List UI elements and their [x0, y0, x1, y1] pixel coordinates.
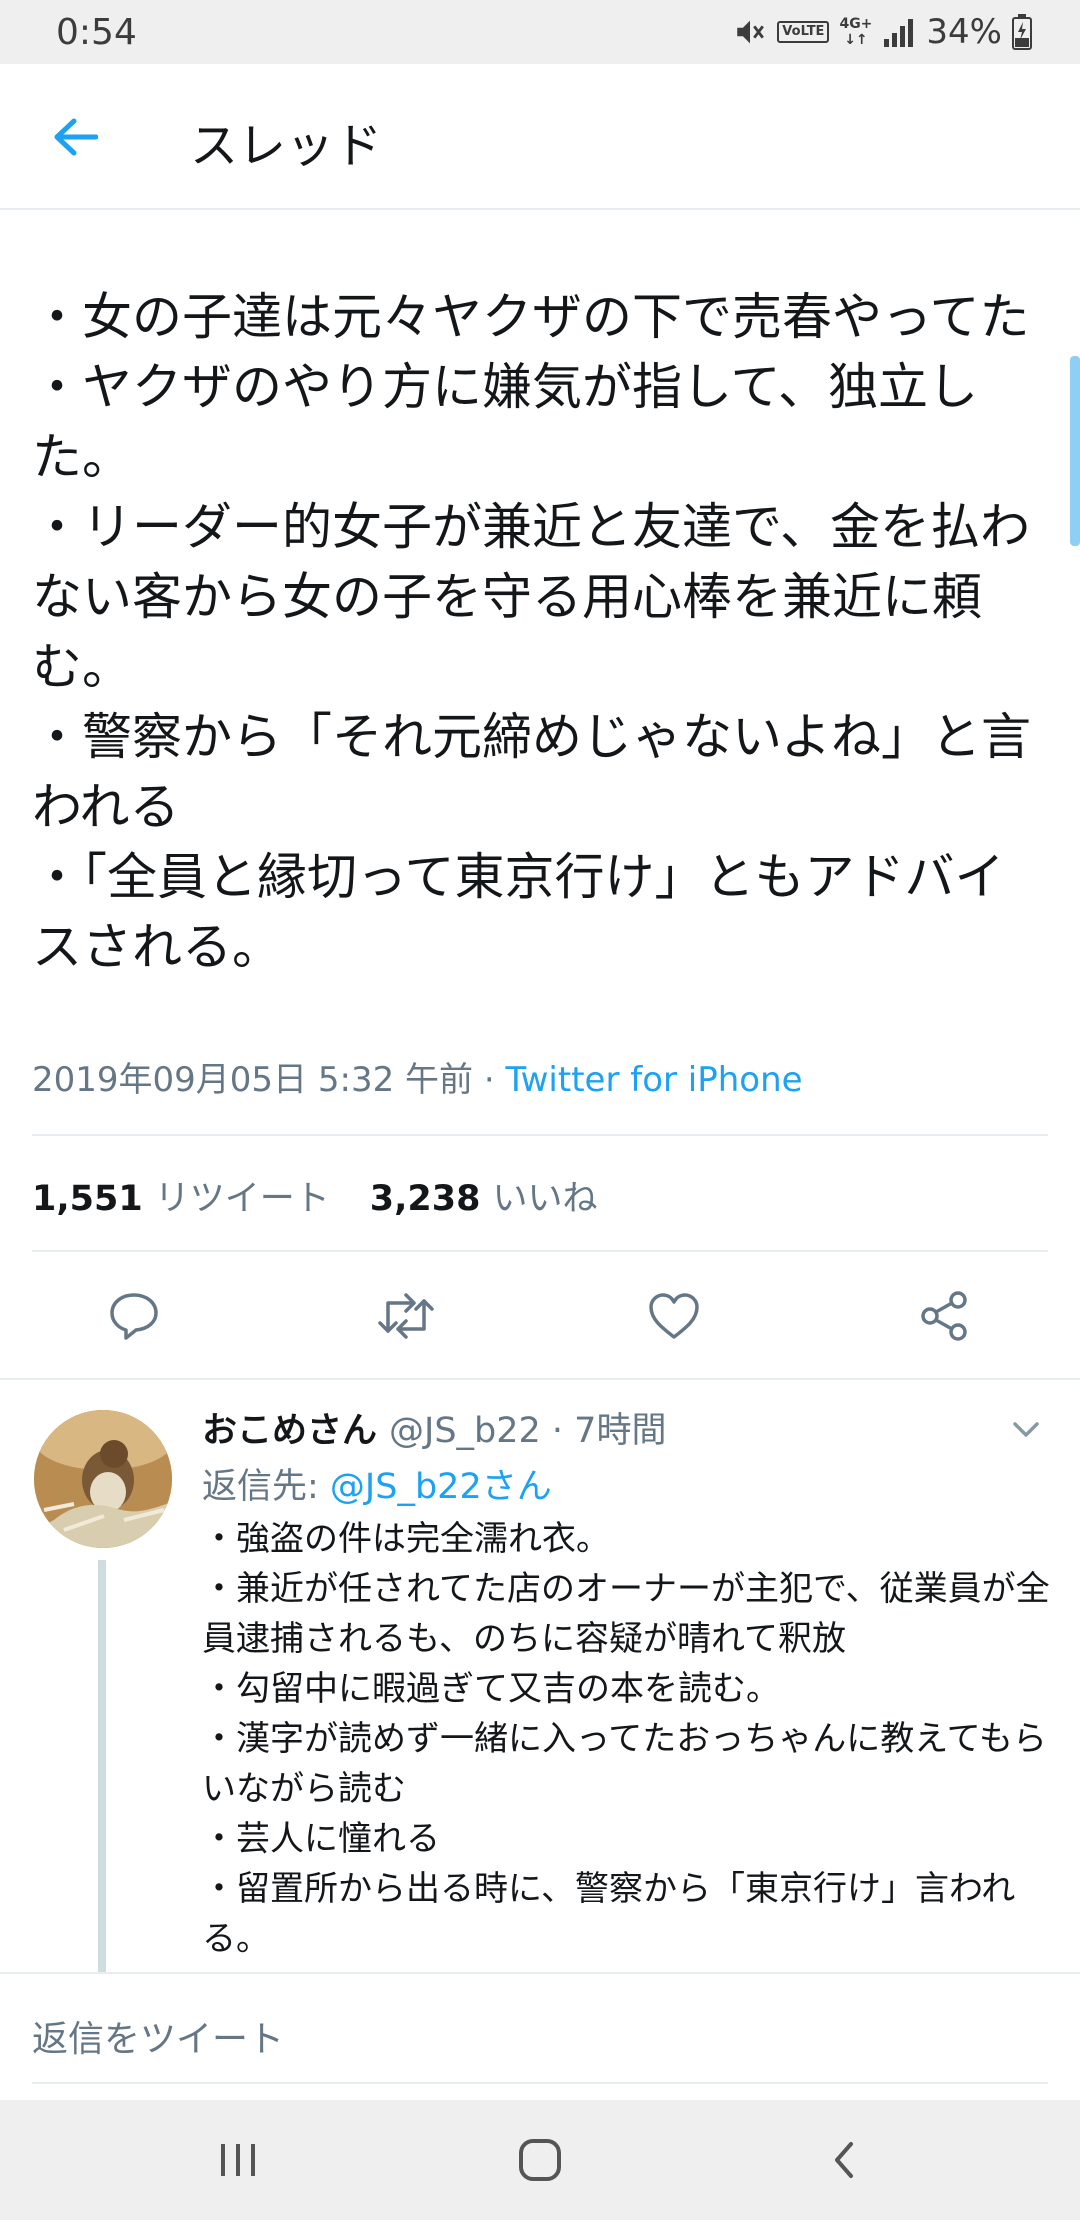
chevron-left-icon — [835, 2142, 853, 2178]
tweet-meta: 2019年09月05日 5:32 午前 · Twitter for iPhone — [32, 1052, 803, 1101]
arrow-left-icon — [54, 118, 98, 156]
chevron-down-icon — [1013, 1422, 1039, 1437]
tweet-source-link[interactable]: Twitter for iPhone — [505, 1060, 802, 1100]
like-icon — [649, 1293, 699, 1339]
meta-separator: · — [473, 1060, 506, 1100]
retweet-count[interactable]: 1,551 — [32, 1179, 143, 1219]
reply-menu-button[interactable] — [1006, 1410, 1046, 1450]
reply-header: おこめさん @JS_b22 · 7時間 — [202, 1402, 666, 1453]
bird-photo-icon — [34, 1410, 172, 1548]
retweet-button[interactable] — [376, 1286, 436, 1346]
reply-compose-input[interactable]: 返信をツイート — [32, 2010, 284, 2062]
like-label[interactable]: いいね — [492, 1170, 597, 1221]
status-icons: VoLTE 4G+ ↓↑ 34% — [733, 12, 1032, 52]
reply-button[interactable] — [104, 1286, 164, 1346]
home-button[interactable] — [500, 2130, 580, 2190]
reply-to-mention[interactable]: @JS_b22さん — [330, 1467, 552, 1507]
reply-text: ・強盗の件は完全濡れ衣。 ・兼近が任されてた店のオーナーが主犯で、従業員が全員逮… — [202, 1519, 1050, 1959]
volte-badge: VoLTE — [777, 21, 830, 43]
share-icon — [921, 1291, 967, 1341]
scroll-indicator — [1070, 356, 1080, 546]
back-button[interactable] — [40, 102, 110, 172]
recent-apps-button[interactable] — [198, 2130, 278, 2190]
app-bar: スレッド — [0, 64, 1080, 210]
tweet-text: ・女の子達は元々ヤクザの下で売春やってた ・ヤクザのやり方に嫌気が指して、独立し… — [32, 288, 1031, 976]
retweet-label[interactable]: リツイート — [155, 1170, 330, 1221]
tweet-action-bar — [0, 1262, 1080, 1370]
divider — [0, 1378, 1080, 1380]
retweet-icon — [378, 1293, 434, 1339]
tweet-stats: 1,551 リツイート 3,238 いいね — [32, 1170, 597, 1221]
tweet-timestamp: 2019年09月05日 5:32 午前 — [32, 1060, 474, 1100]
avatar[interactable] — [34, 1410, 172, 1548]
battery-percent: 34% — [926, 12, 1002, 52]
reply-author-handle: @JS_b22 · 7時間 — [389, 1411, 667, 1451]
share-button[interactable] — [914, 1286, 974, 1346]
signal-icon — [884, 19, 914, 47]
recent-apps-icon — [221, 2144, 255, 2176]
reply-to-line: 返信先: @JS_b22さん — [202, 1458, 552, 1509]
divider — [32, 1250, 1048, 1252]
divider — [32, 2082, 1048, 2084]
like-button[interactable] — [644, 1286, 704, 1346]
reply-to-label: 返信先: — [202, 1467, 330, 1507]
reply-icon — [110, 1293, 158, 1340]
page-title: スレッド — [190, 118, 383, 174]
nav-back-button[interactable] — [804, 2130, 884, 2190]
status-bar: 0:54 VoLTE 4G+ ↓↑ 34% — [0, 0, 1080, 64]
like-count[interactable]: 3,238 — [370, 1179, 481, 1219]
thread-line — [98, 1560, 106, 1972]
divider — [32, 1134, 1048, 1136]
reply-author-name[interactable]: おこめさん — [202, 1402, 377, 1453]
battery-charging-icon — [1012, 14, 1032, 50]
mute-icon — [737, 20, 765, 44]
status-time: 0:54 — [56, 12, 137, 53]
system-nav-bar — [0, 2100, 1080, 2220]
home-icon — [519, 2139, 561, 2181]
divider — [0, 1972, 1080, 1974]
network-indicator: 4G+ ↓↑ — [839, 16, 873, 48]
